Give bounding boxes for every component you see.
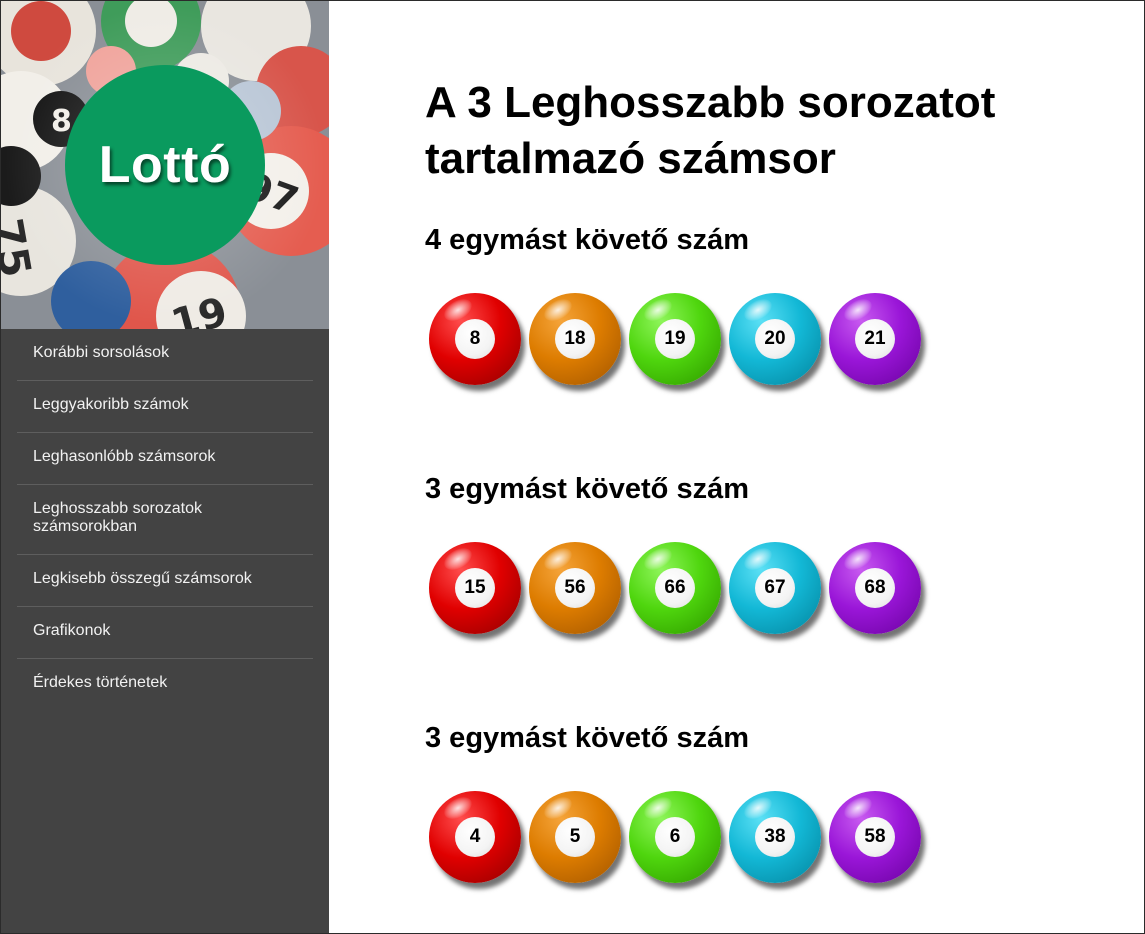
lottery-ball: 38 (729, 791, 821, 883)
nav-item-charts[interactable]: Grafikonok (17, 607, 313, 659)
nav-item-label: Leggyakoribb számok (33, 396, 189, 413)
lottery-ball: 68 (829, 542, 921, 634)
lottery-ball: 67 (729, 542, 821, 634)
lottery-ball: 58 (829, 791, 921, 883)
lottery-ball: 6 (629, 791, 721, 883)
ball-number: 18 (555, 319, 595, 359)
lottery-ball: 19 (629, 293, 721, 385)
lottery-ball: 20 (729, 293, 821, 385)
nav-item-label: Leghosszabb sorozatok számsorokban (33, 500, 202, 535)
number-balls: 8 18 19 20 21 (429, 293, 949, 389)
ball-number: 38 (755, 817, 795, 857)
lottery-ball: 15 (429, 542, 521, 634)
page-title: A 3 Leghosszabb sorozatot tartalmazó szá… (425, 78, 996, 183)
nav-item-smallest-sum[interactable]: Legkisebb összegű számsorok (17, 555, 313, 607)
logo-text: Lottó (98, 136, 232, 194)
ball-number: 68 (855, 568, 895, 608)
ball-number: 15 (455, 568, 495, 608)
sequence-section: 4 egymást követő szám 8 18 19 20 21 (425, 223, 1105, 385)
nav-item-stories[interactable]: Érdekes történetek (17, 659, 313, 710)
sequence-section: 3 egymást követő szám 15 56 66 67 68 (425, 472, 1105, 634)
lottery-ball: 8 (429, 293, 521, 385)
ball-number: 21 (855, 319, 895, 359)
sequence-section: 3 egymást követő szám 4 5 6 38 58 (425, 721, 1105, 883)
logo-badge[interactable]: Lottó (65, 65, 265, 265)
ball-number: 6 (655, 817, 695, 857)
header-banner: 8 97 75 19 Lottó (1, 1, 329, 329)
nav-item-label: Grafikonok (33, 622, 111, 639)
nav-item-previous-draws[interactable]: Korábbi sorsolások (17, 329, 313, 381)
section-heading: 3 egymást követő szám (425, 473, 749, 505)
lottery-ball: 4 (429, 791, 521, 883)
lottery-ball: 56 (529, 542, 621, 634)
ball-number: 67 (755, 568, 795, 608)
number-balls: 4 5 6 38 58 (429, 791, 949, 887)
lottery-ball: 21 (829, 293, 921, 385)
nav-item-longest-runs[interactable]: Leghosszabb sorozatok számsorokban (17, 485, 313, 555)
nav-item-label: Legkisebb összegű számsorok (33, 570, 252, 587)
ball-number: 56 (555, 568, 595, 608)
page-frame: 8 97 75 19 Lottó Koráb (0, 0, 1145, 934)
lottery-ball: 5 (529, 791, 621, 883)
ball-number: 66 (655, 568, 695, 608)
nav-item-label: Korábbi sorsolások (33, 344, 170, 361)
nav-item-most-similar-sequences[interactable]: Leghasonlóbb számsorok (17, 433, 313, 485)
ball-number: 19 (655, 319, 695, 359)
nav-item-most-frequent-numbers[interactable]: Leggyakoribb számok (17, 381, 313, 433)
ball-number: 58 (855, 817, 895, 857)
lottery-ball: 18 (529, 293, 621, 385)
sidebar-nav: Korábbi sorsolások Leggyakoribb számok L… (17, 329, 313, 710)
sidebar: 8 97 75 19 Lottó Koráb (1, 1, 329, 933)
ball-number: 8 (455, 319, 495, 359)
ball-number: 5 (555, 817, 595, 857)
nav-item-label: Leghasonlóbb számsorok (33, 448, 216, 465)
section-heading: 3 egymást követő szám (425, 722, 749, 754)
section-heading: 4 egymást követő szám (425, 224, 749, 256)
nav-item-label: Érdekes történetek (33, 674, 168, 691)
ball-number: 20 (755, 319, 795, 359)
ball-number: 4 (455, 817, 495, 857)
number-balls: 15 56 66 67 68 (429, 542, 949, 638)
lottery-ball: 66 (629, 542, 721, 634)
